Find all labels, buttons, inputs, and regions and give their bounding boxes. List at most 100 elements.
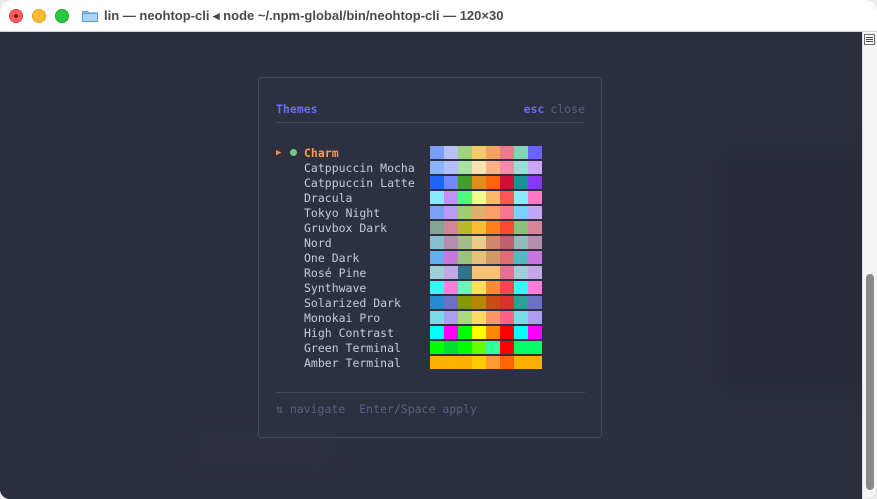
close-window-button[interactable] (9, 9, 23, 23)
theme-row[interactable]: Catppuccin Mocha (276, 160, 585, 175)
color-swatch (486, 236, 500, 249)
theme-row[interactable]: Monokai Pro (276, 310, 585, 325)
theme-name: Catppuccin Mocha (304, 160, 415, 175)
color-swatch (444, 206, 458, 219)
color-swatch (500, 326, 514, 339)
theme-swatches (430, 356, 542, 369)
color-swatch (486, 251, 500, 264)
color-swatch (514, 206, 528, 219)
theme-row[interactable]: Nord (276, 235, 585, 250)
theme-name: Gruvbox Dark (304, 220, 388, 235)
close-label: close (550, 102, 585, 116)
theme-swatches (430, 296, 542, 309)
color-swatch (472, 176, 486, 189)
minimize-window-button[interactable] (32, 9, 46, 23)
color-swatch (486, 326, 500, 339)
color-swatch (444, 221, 458, 234)
esc-close-button[interactable]: esc (524, 102, 545, 116)
color-swatch (514, 251, 528, 264)
color-swatch (500, 176, 514, 189)
theme-row[interactable]: Gruvbox Dark (276, 220, 585, 235)
theme-row[interactable]: Catppuccin Latte (276, 175, 585, 190)
theme-row[interactable]: Synthwave (276, 280, 585, 295)
theme-name: Dracula (304, 190, 353, 205)
theme-row[interactable]: One Dark (276, 250, 585, 265)
color-swatch (528, 356, 542, 369)
color-swatch (500, 311, 514, 324)
theme-swatches (430, 176, 542, 189)
color-swatch (472, 296, 486, 309)
color-swatch (430, 146, 444, 159)
color-swatch (458, 251, 472, 264)
color-swatch (444, 326, 458, 339)
theme-name: One Dark (304, 250, 360, 265)
color-swatch (528, 176, 542, 189)
theme-name: Solarized Dark (304, 295, 401, 310)
color-swatch (458, 326, 472, 339)
theme-row[interactable]: Rosé Pine (276, 265, 585, 280)
color-swatch (500, 206, 514, 219)
color-swatch (528, 341, 542, 354)
color-swatch (472, 206, 486, 219)
color-swatch (528, 281, 542, 294)
color-swatch (514, 161, 528, 174)
theme-name: Monokai Pro (304, 310, 381, 325)
theme-name: High Contrast (304, 325, 395, 340)
title-bar[interactable]: lin — neohtop-cli ◂ node ~/.npm-global/b… (0, 0, 877, 32)
color-swatch (514, 296, 528, 309)
terminal-area[interactable]: Themes esc close ▶ Charm Catppuccin Mocha Ca… (0, 32, 865, 499)
color-swatch (458, 356, 472, 369)
color-swatch (514, 221, 528, 234)
theme-name: Charm (304, 145, 339, 160)
vertical-scrollbar[interactable] (862, 32, 877, 499)
color-swatch (486, 311, 500, 324)
scrollbar-thumb[interactable] (866, 274, 874, 490)
scrollbar-menu-icon[interactable] (864, 34, 875, 45)
color-swatch (500, 341, 514, 354)
color-swatch (500, 266, 514, 279)
theme-row[interactable]: Solarized Dark (276, 295, 585, 310)
color-swatch (486, 206, 500, 219)
theme-row[interactable]: Amber Terminal (276, 355, 585, 370)
divider (276, 122, 585, 123)
folder-icon (82, 11, 98, 22)
color-swatch (486, 191, 500, 204)
color-swatch (430, 176, 444, 189)
color-swatch (444, 161, 458, 174)
color-swatch (430, 236, 444, 249)
color-swatch (458, 191, 472, 204)
color-swatch (500, 236, 514, 249)
close-hint: esc close (524, 102, 585, 116)
theme-swatches (430, 206, 542, 219)
theme-row[interactable]: High Contrast (276, 325, 585, 340)
color-swatch (528, 221, 542, 234)
color-swatch (472, 221, 486, 234)
color-swatch (472, 266, 486, 279)
theme-name: Green Terminal (304, 340, 401, 355)
theme-swatches (430, 191, 542, 204)
color-swatch (528, 206, 542, 219)
color-swatch (486, 266, 500, 279)
theme-row[interactable]: Tokyo Night (276, 205, 585, 220)
maximize-window-button[interactable] (55, 9, 69, 23)
theme-row[interactable]: Green Terminal (276, 340, 585, 355)
color-swatch (514, 146, 528, 159)
current-theme-dot-icon (290, 149, 304, 156)
color-swatch (500, 191, 514, 204)
color-swatch (458, 176, 472, 189)
theme-row[interactable]: ▶ Charm (276, 145, 585, 160)
color-swatch (528, 266, 542, 279)
color-swatch (514, 326, 528, 339)
color-swatch (500, 146, 514, 159)
color-swatch (528, 236, 542, 249)
color-swatch (528, 311, 542, 324)
color-swatch (430, 281, 444, 294)
color-swatch (514, 311, 528, 324)
color-swatch (472, 311, 486, 324)
color-swatch (472, 326, 486, 339)
color-swatch (430, 161, 444, 174)
themes-dialog: Themes esc close ▶ Charm Catppuccin Mocha Ca… (258, 77, 602, 438)
theme-swatches (430, 161, 542, 174)
color-swatch (458, 221, 472, 234)
theme-row[interactable]: Dracula (276, 190, 585, 205)
